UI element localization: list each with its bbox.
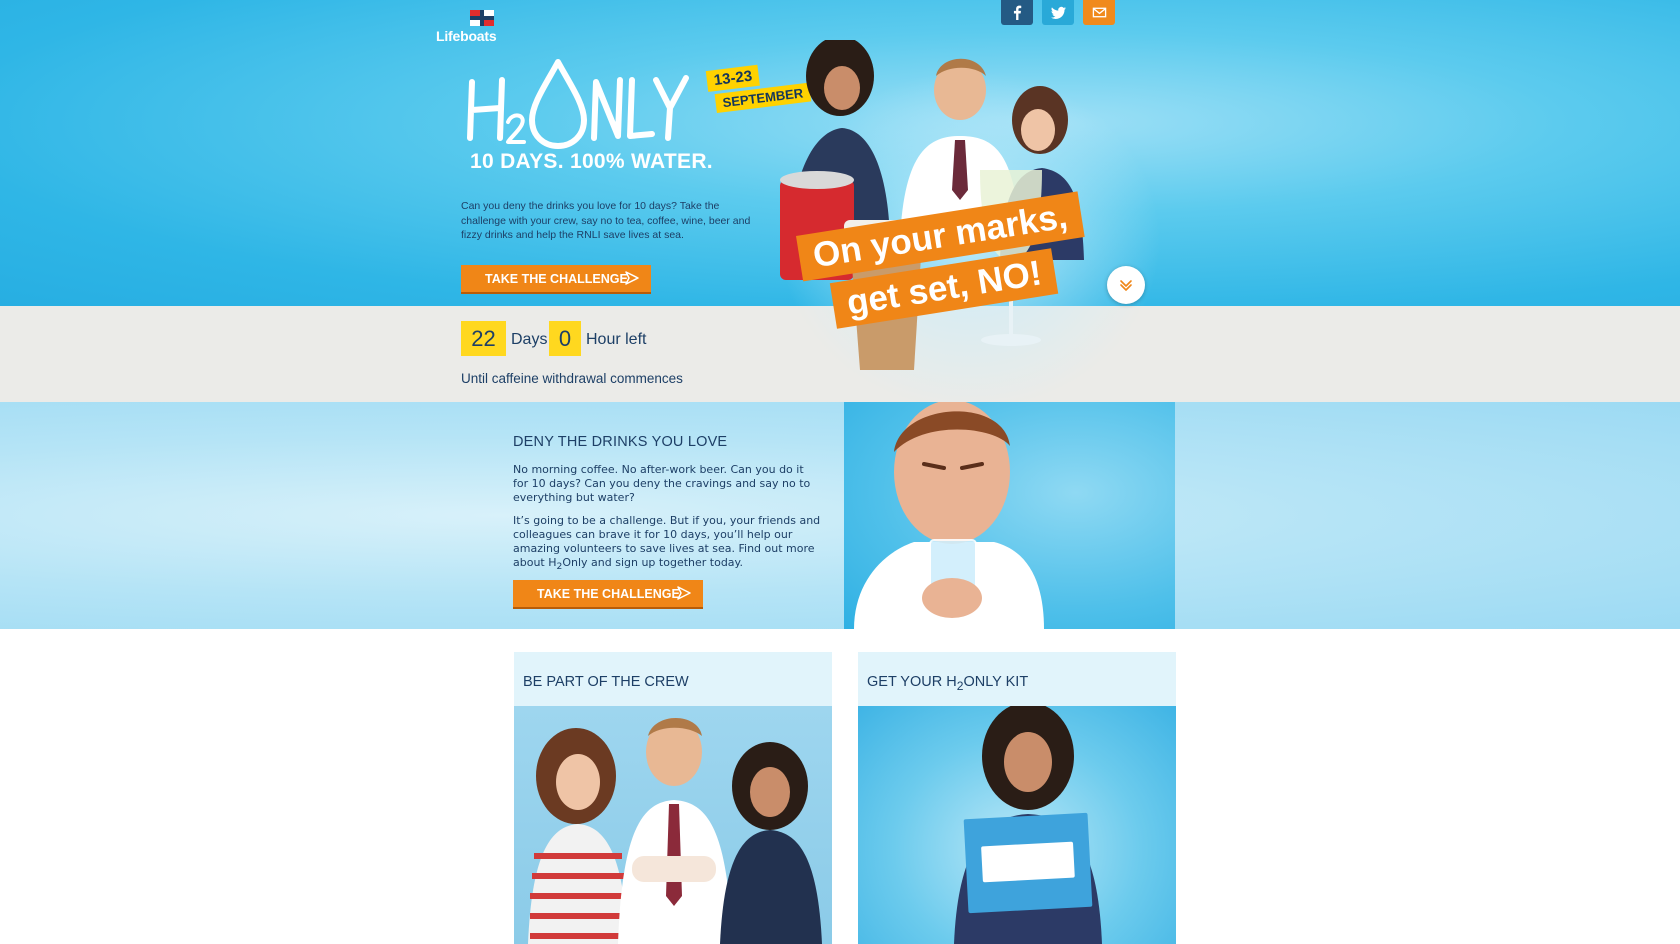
scroll-down-button[interactable] [1107,266,1145,304]
send-arrow-icon [677,586,691,600]
rnli-flag-icon [470,10,494,26]
twitter-icon [1050,6,1066,19]
cta-label: TAKE THE CHALLENGE [537,586,680,601]
hero-tagline: 10 DAYS. 100% WATER. [470,150,713,173]
twitter-share-button[interactable] [1042,0,1074,25]
countdown-hours-value: 0 [549,321,581,356]
countdown-days-label: Days [511,331,548,348]
lifeboats-logo[interactable]: Lifeboats [436,10,500,46]
man-drinking-water-photo [844,402,1175,629]
take-challenge-button[interactable]: TAKE THE CHALLENGE [461,265,651,292]
deny-paragraph-2: It’s going to be a challenge. But if you… [513,514,821,573]
kit-card[interactable]: GET YOUR H2ONLY KIT [858,652,1176,944]
email-icon [1092,7,1106,18]
countdown-days-value: 22 [461,321,506,356]
facebook-share-button[interactable] [1001,0,1033,25]
chevron-down-icon [1120,280,1132,291]
kit-card-title: GET YOUR H2ONLY KIT [858,652,1176,706]
take-challenge-button-2[interactable]: TAKE THE CHALLENGE [513,580,703,607]
deny-title: DENY THE DRINKS YOU LOVE [513,434,728,450]
send-arrow-icon [625,271,639,285]
page: Lifeboats 13-23 SEPTEMBER 10 DAYS. 100% [0,0,1680,944]
h2only-logo [466,54,706,154]
facebook-icon [1013,5,1021,20]
kit-photo [858,706,1176,944]
email-share-button[interactable] [1083,0,1115,25]
hero-copy: Can you deny the drinks you love for 10 … [461,200,751,241]
countdown-hours-label: Hour left [586,331,647,348]
logo-text: Lifeboats [436,28,497,44]
countdown-subtitle: Until caffeine withdrawal commences [461,371,683,386]
deny-section [0,402,1680,629]
crew-card[interactable]: BE PART OF THE CREW [514,652,832,944]
crew-photo [514,706,832,944]
cta-label: TAKE THE CHALLENGE [485,271,628,286]
crew-card-title: BE PART OF THE CREW [514,652,832,706]
deny-paragraph-1: No morning coffee. No after-work beer. C… [513,463,811,504]
